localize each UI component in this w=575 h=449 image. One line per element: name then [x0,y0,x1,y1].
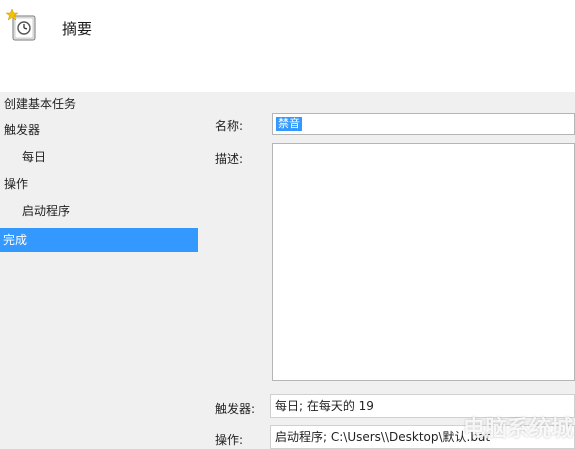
action-label: 操作: [215,433,244,447]
task-scheduler-clock-icon [5,8,38,42]
step-create-basic-task[interactable]: 创建基本任务 [4,93,76,115]
step-trigger[interactable]: 触发器 [4,119,40,141]
step-start-program[interactable]: 启动程序 [22,200,70,222]
name-label: 名称: [215,119,244,133]
description-field[interactable] [272,143,575,381]
page-title: 摘要 [62,20,93,38]
step-finish[interactable]: 完成 [0,228,198,252]
name-field-value[interactable]: 禁音 [276,117,302,131]
step-action[interactable]: 操作 [4,173,28,195]
description-label: 描述: [215,152,244,166]
trigger-label: 触发器: [215,402,256,416]
site-watermark: 电脑系统城 [462,417,573,442]
name-field[interactable]: 禁音 [272,113,575,135]
step-daily[interactable]: 每日 [22,146,46,168]
wizard-header: 摘要 [0,0,575,92]
